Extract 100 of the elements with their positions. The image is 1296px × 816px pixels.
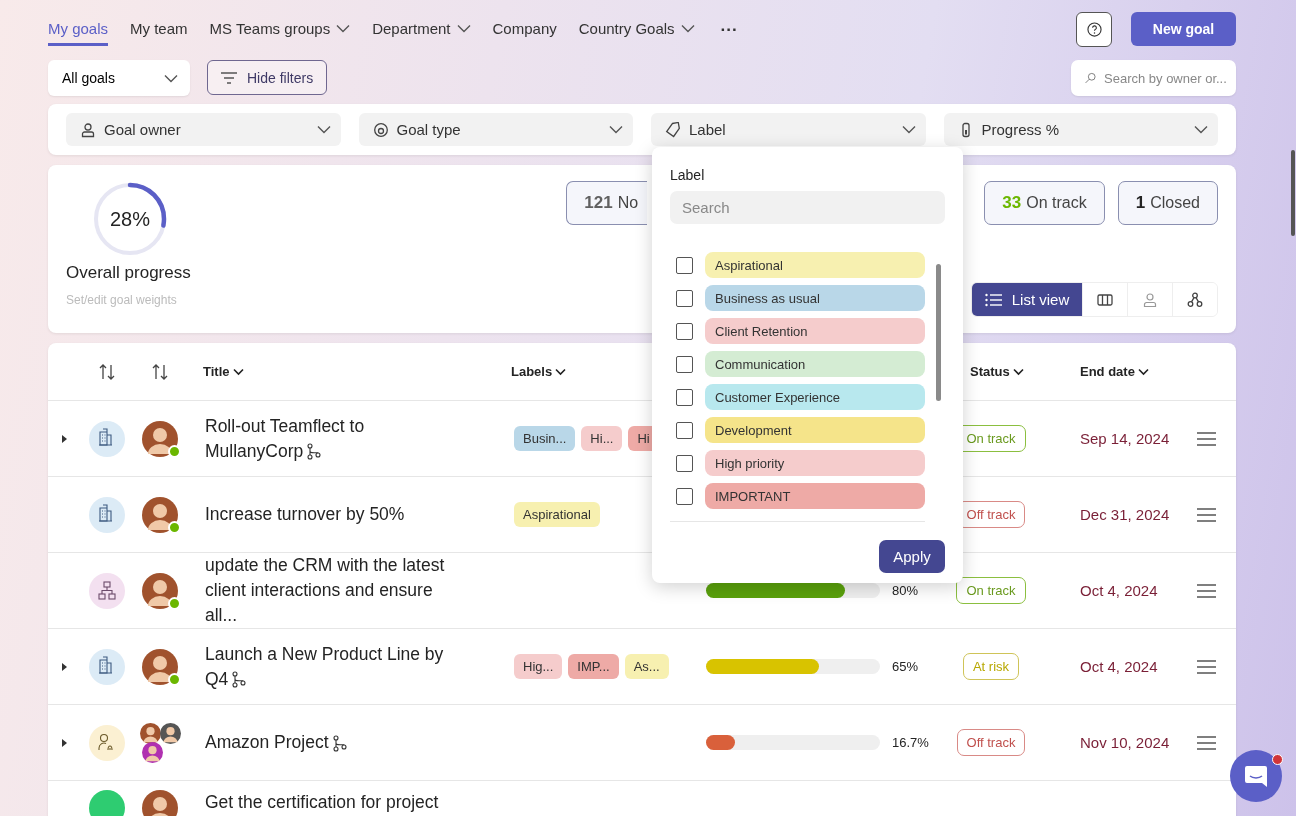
person-icon xyxy=(80,121,96,138)
list-icon xyxy=(984,292,1002,307)
column-header[interactable]: Labels xyxy=(511,364,567,379)
goal-title[interactable]: Amazon Project xyxy=(205,730,450,755)
label-option[interactable]: Aspirational xyxy=(705,252,925,278)
expand-icon[interactable] xyxy=(60,433,68,444)
filter-dropdown[interactable]: Goal type xyxy=(358,113,633,146)
org-chart-icon xyxy=(1187,291,1203,308)
goal-title[interactable]: update the CRM with the latest client interactions and ensure all... xyxy=(205,553,450,628)
label-tag: Hi... xyxy=(581,426,623,451)
chevron-down-icon xyxy=(609,125,623,134)
checkbox[interactable] xyxy=(676,256,693,274)
progress-percent: 65% xyxy=(892,659,919,674)
checkbox[interactable] xyxy=(676,454,693,472)
goal-title[interactable]: Roll-out Teamflect to MullanyCorp xyxy=(205,413,450,464)
menu-icon[interactable] xyxy=(1196,659,1216,674)
expand-icon[interactable] xyxy=(60,737,68,748)
goal-type-icon xyxy=(89,648,125,685)
goal-type-icon xyxy=(89,572,125,609)
end-date: Nov 10, 2024 xyxy=(1080,734,1170,751)
search-input[interactable]: Search by owner or... xyxy=(1104,70,1228,86)
status-count-chip[interactable]: 121 No xyxy=(566,181,648,225)
apply-button[interactable]: Apply xyxy=(879,540,945,573)
scrollbar[interactable] xyxy=(936,264,941,401)
end-date: Sep 14, 2024 xyxy=(1080,430,1170,447)
checkbox[interactable] xyxy=(676,289,693,307)
label-search-field[interactable]: Search xyxy=(670,191,945,224)
scrollbar[interactable] xyxy=(1291,150,1295,236)
avatar xyxy=(140,722,161,744)
search-box[interactable]: Search by owner or... xyxy=(1071,60,1236,96)
goal-type-icon xyxy=(89,496,125,533)
menu-icon[interactable] xyxy=(1196,431,1216,446)
new-goal-button[interactable]: New goal xyxy=(1131,12,1236,46)
chevron-down-icon xyxy=(1194,125,1208,134)
nav-tab[interactable]: MS Teams groups xyxy=(209,14,351,46)
filter-dropdown[interactable]: Progress % xyxy=(943,113,1218,146)
goals-dropdown[interactable]: All goals xyxy=(48,60,190,96)
avatar xyxy=(142,741,163,763)
checkbox[interactable] xyxy=(676,487,693,505)
checkbox[interactable] xyxy=(676,322,693,340)
filter-dropdown[interactable]: Label xyxy=(651,113,926,146)
label-option[interactable]: Communication xyxy=(705,351,925,377)
hide-filters-button[interactable]: Hide filters xyxy=(207,60,328,95)
status-tag: At risk xyxy=(962,653,1020,680)
label-option[interactable]: High priority xyxy=(705,450,925,476)
tag-icon xyxy=(665,121,681,138)
view-button[interactable] xyxy=(1172,283,1217,316)
status-tag: Off track xyxy=(956,729,1026,756)
more-button[interactable]: ··· xyxy=(716,20,742,40)
goal-title[interactable]: Increase turnover by 50% xyxy=(205,502,450,527)
menu-icon[interactable] xyxy=(1196,583,1216,598)
label-option[interactable]: Development xyxy=(705,417,925,443)
help-button[interactable] xyxy=(1076,12,1112,47)
sort-icon[interactable] xyxy=(99,362,115,381)
nav-tab[interactable]: Department xyxy=(372,14,471,46)
label-tag: Busin... xyxy=(514,426,576,451)
nav-tab[interactable]: Company xyxy=(492,14,557,46)
checkbox[interactable] xyxy=(676,421,693,439)
notification-dot xyxy=(1272,754,1283,765)
menu-icon[interactable] xyxy=(1196,507,1216,522)
chevron-down-icon xyxy=(232,367,244,376)
checkbox[interactable] xyxy=(676,388,693,406)
chat-button[interactable] xyxy=(1230,750,1282,802)
chevron-down-icon xyxy=(901,125,916,134)
goal-type-icon xyxy=(89,724,125,761)
label-option[interactable]: Business as usual xyxy=(705,285,925,311)
column-header[interactable]: Title xyxy=(203,364,244,379)
expand-icon[interactable] xyxy=(60,661,68,672)
nav-tab[interactable]: Country Goals xyxy=(578,14,695,46)
chat-icon xyxy=(1243,763,1269,789)
goal-title[interactable]: Get the certification for project xyxy=(205,790,450,815)
menu-icon[interactable] xyxy=(1196,735,1216,750)
branch-icon xyxy=(332,734,347,752)
checkbox[interactable] xyxy=(676,355,693,373)
chevron-down-icon xyxy=(336,24,351,33)
nav-tab[interactable]: My team xyxy=(130,14,188,46)
chevron-down-icon xyxy=(1137,367,1149,376)
label-tag: As... xyxy=(624,654,669,679)
chevron-down-icon xyxy=(555,367,567,376)
overall-progress-label: Overall progress xyxy=(66,263,191,283)
filter-dropdown[interactable]: Goal owner xyxy=(66,113,341,146)
label-option[interactable]: IMPORTANT xyxy=(705,483,925,509)
column-header[interactable]: End date xyxy=(1080,364,1149,379)
label-option[interactable]: Customer Experience xyxy=(705,384,925,410)
goal-title[interactable]: Launch a New Product Line by Q4 xyxy=(205,641,450,692)
status-tag: On track xyxy=(956,577,1026,604)
avatar xyxy=(160,722,181,744)
label-option[interactable]: Client Retention xyxy=(705,318,925,344)
list-view-button[interactable]: List view xyxy=(972,283,1082,316)
chevron-down-icon xyxy=(164,73,178,83)
status-count-chip[interactable]: 33 On track xyxy=(984,181,1105,225)
sort-icon[interactable] xyxy=(152,362,168,381)
person-icon xyxy=(1143,291,1157,308)
status-count-chip[interactable]: 1 Closed xyxy=(1117,181,1218,225)
progress-percent: 80% xyxy=(892,583,919,598)
branch-icon xyxy=(307,443,322,461)
end-date: Oct 4, 2024 xyxy=(1080,658,1158,675)
column-header[interactable]: Status xyxy=(970,364,1024,379)
progress-percent: 16.7% xyxy=(892,735,929,750)
nav-tab[interactable]: My goals xyxy=(48,14,109,46)
